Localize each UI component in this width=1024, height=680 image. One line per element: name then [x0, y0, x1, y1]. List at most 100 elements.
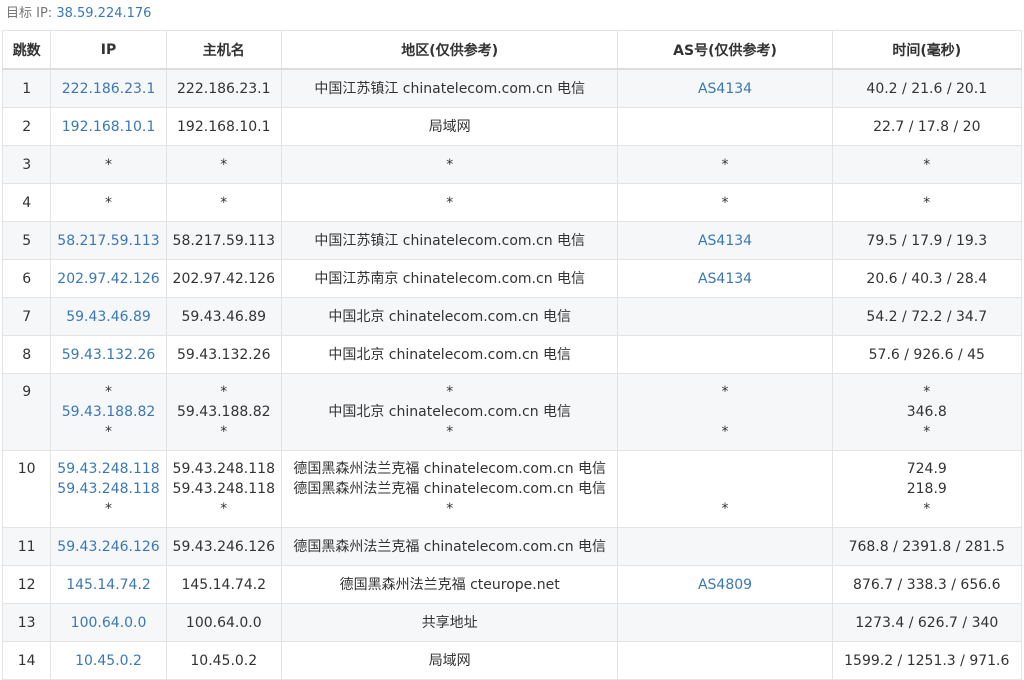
- table-row: 9 * 59.43.188.82 * * 59.43.188.82 * * 中国北京 china…: [1, 373, 1023, 451]
- ip-text: *: [105, 194, 112, 211]
- time-text: 20.6 / 40.3 / 28.4: [866, 270, 988, 287]
- region-line: 德国黑森州法兰克福 chinatelecom.com.cn 电信: [286, 537, 614, 557]
- as-link[interactable]: AS4134: [698, 233, 752, 249]
- as-text: *: [721, 194, 729, 211]
- ip-link[interactable]: 59.43.248.118: [57, 461, 159, 477]
- table-row: 2 192.168.10.1 192.168.10.1 局域网 22.7 / 17.8 …: [1, 107, 1023, 146]
- as-link[interactable]: AS4134: [698, 81, 752, 97]
- time-line: 1273.4 / 626.7 / 340: [837, 613, 1017, 633]
- ip-link[interactable]: 59.43.46.89: [66, 309, 151, 325]
- as-line: *: [622, 422, 827, 442]
- target-ip-link[interactable]: 38.59.224.176: [56, 6, 151, 21]
- host-cell: 202.97.42.126: [165, 259, 282, 298]
- ip-link[interactable]: 222.186.23.1: [62, 81, 156, 97]
- region-text: *: [446, 424, 454, 440]
- ip-line: *: [55, 155, 161, 175]
- ip-line: *: [55, 422, 161, 442]
- ip-text: *: [105, 384, 112, 400]
- host-cell: 58.217.59.113: [165, 221, 282, 260]
- ip-line: 59.43.46.89: [55, 307, 161, 327]
- host-text: 59.43.248.118: [172, 461, 275, 477]
- hop-number: 14: [1, 641, 52, 680]
- host-cell: 59.43.248.118 59.43.248.118 *: [165, 450, 282, 528]
- host-cell: 59.43.246.126: [165, 527, 282, 566]
- host-line: 202.97.42.126: [171, 269, 277, 289]
- time-cell: *: [831, 183, 1023, 222]
- ip-link[interactable]: 59.43.246.126: [57, 539, 159, 555]
- region-line: 中国北京 chinatelecom.com.cn 电信: [286, 402, 614, 422]
- column-header-host: 主机名: [165, 30, 282, 70]
- time-line: 724.9: [837, 459, 1017, 479]
- region-text: 德国黑森州法兰克福 chinatelecom.com.cn 电信: [293, 481, 607, 497]
- ip-cell: *: [50, 183, 167, 222]
- time-cell: 79.5 / 17.9 / 19.3: [831, 221, 1023, 260]
- host-text: 59.43.188.82: [177, 404, 271, 420]
- region-line: *: [286, 382, 614, 402]
- region-line: 德国黑森州法兰克福 chinatelecom.com.cn 电信: [286, 459, 614, 479]
- as-line: AS4134: [622, 231, 827, 251]
- region-text: 中国北京 chinatelecom.com.cn 电信: [328, 308, 572, 325]
- hop-number: 5: [1, 221, 52, 260]
- as-text: *: [721, 501, 729, 517]
- ip-text: *: [105, 501, 112, 517]
- hop-number: 4: [1, 183, 52, 222]
- as-line: *: [622, 155, 827, 175]
- host-text: *: [220, 156, 228, 173]
- as-text: *: [721, 156, 729, 173]
- time-line: *: [837, 193, 1017, 213]
- region-cell: 共享地址: [280, 603, 619, 642]
- ip-link[interactable]: 59.43.188.82: [62, 404, 156, 420]
- ip-link[interactable]: 58.217.59.113: [57, 233, 159, 249]
- time-cell: * 346.8 *: [831, 373, 1023, 451]
- region-cell: * 中国北京 chinatelecom.com.cn 电信 *: [280, 373, 619, 451]
- table-row: 5 58.217.59.113 58.217.59.113 中国江苏镇江 chinat…: [1, 221, 1023, 260]
- table-row: 3 * * * * *: [1, 145, 1023, 184]
- region-line: *: [286, 193, 614, 213]
- region-line: 德国黑森州法兰克福 chinatelecom.com.cn 电信: [286, 479, 614, 499]
- region-text: 共享地址: [421, 614, 478, 631]
- ip-line: 202.97.42.126: [55, 269, 161, 289]
- region-line: 共享地址: [286, 613, 614, 633]
- as-line: [622, 459, 827, 479]
- hop-number: 13: [1, 603, 52, 642]
- ip-link[interactable]: 59.43.248.118: [57, 481, 159, 497]
- ip-link[interactable]: 59.43.132.26: [62, 347, 156, 363]
- as-link[interactable]: AS4134: [698, 271, 752, 287]
- as-cell: AS4134: [617, 259, 833, 298]
- ip-line: 10.45.0.2: [55, 651, 161, 671]
- time-line: 79.5 / 17.9 / 19.3: [837, 231, 1017, 251]
- region-line: 中国北京 chinatelecom.com.cn 电信: [286, 345, 614, 365]
- table-row: 10 59.43.248.118 59.43.248.118 * 59.43.248.1…: [1, 450, 1023, 528]
- region-cell: 局域网: [280, 107, 619, 146]
- time-text: *: [923, 424, 931, 440]
- region-text: 中国北京 chinatelecom.com.cn 电信: [328, 404, 572, 420]
- region-text: *: [446, 501, 454, 517]
- as-cell: AS4809: [617, 565, 833, 604]
- host-cell: *: [165, 183, 282, 222]
- ip-link[interactable]: 192.168.10.1: [62, 119, 156, 135]
- ip-link[interactable]: 10.45.0.2: [75, 653, 142, 669]
- time-text: 22.7 / 17.8 / 20: [873, 118, 981, 135]
- region-cell: 德国黑森州法兰克福 chinatelecom.com.cn 电信: [280, 527, 619, 566]
- table-row: 1 222.186.23.1 222.186.23.1 中国江苏镇江 chinatel…: [1, 68, 1023, 108]
- as-cell: [617, 527, 833, 566]
- ip-line: 58.217.59.113: [55, 231, 161, 251]
- traceroute-table: 跳数 IP 主机名 地区(仅供参考) AS号(仅供参考) 时间(毫秒) 1 222…: [1, 30, 1023, 680]
- table-row: 14 10.45.0.2 10.45.0.2 局域网 1599.2 / 1251.3 /…: [1, 641, 1023, 680]
- region-line: *: [286, 155, 614, 175]
- host-text: *: [220, 194, 228, 211]
- table-row: 12 145.14.74.2 145.14.74.2 德国黑森州法兰克福 cteuro…: [1, 565, 1023, 604]
- ip-line: 59.43.248.118: [55, 479, 161, 499]
- region-text: 局域网: [428, 652, 471, 669]
- ip-line: 59.43.248.118: [55, 459, 161, 479]
- host-cell: 192.168.10.1: [165, 107, 282, 146]
- host-line: *: [171, 193, 277, 213]
- as-link[interactable]: AS4809: [698, 577, 752, 593]
- ip-link[interactable]: 202.97.42.126: [57, 271, 159, 287]
- table-row: 8 59.43.132.26 59.43.132.26 中国北京 chinatelec…: [1, 335, 1023, 374]
- host-cell: 100.64.0.0: [165, 603, 282, 642]
- ip-cell: 59.43.246.126: [50, 527, 167, 566]
- ip-link[interactable]: 145.14.74.2: [66, 577, 151, 593]
- time-line: 346.8: [837, 402, 1017, 422]
- ip-link[interactable]: 100.64.0.0: [71, 615, 147, 631]
